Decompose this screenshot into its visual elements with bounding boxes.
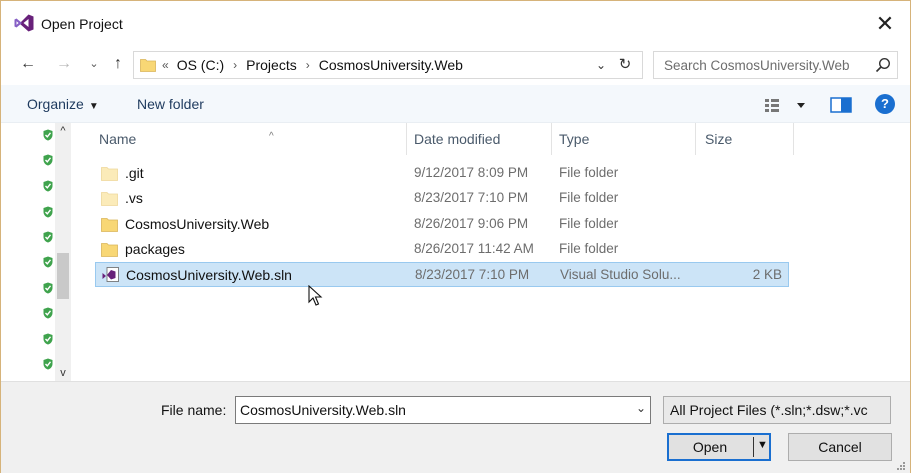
file-row[interactable]: packages 8/26/2017 11:42 AM File folder bbox=[95, 237, 789, 262]
column-divider[interactable] bbox=[695, 123, 696, 155]
help-icon[interactable]: ? bbox=[875, 94, 895, 114]
open-button-label[interactable]: Open bbox=[669, 439, 751, 455]
file-date-modified: 8/23/2017 7:10 PM bbox=[415, 267, 530, 283]
column-divider[interactable] bbox=[551, 123, 552, 155]
column-header-name[interactable]: Name ^ bbox=[99, 123, 399, 155]
file-row[interactable]: CosmosUniversity.Web 8/26/2017 9:06 PM Fil… bbox=[95, 212, 789, 237]
file-name-label: File name: bbox=[161, 402, 227, 418]
file-type: File folder bbox=[559, 240, 619, 256]
file-name-history-chevron-icon[interactable]: ⌄ bbox=[636, 401, 646, 415]
folder-icon bbox=[101, 167, 118, 181]
refresh-icon[interactable]: ↻ bbox=[614, 54, 636, 76]
file-name: CosmosUniversity.Web.sln bbox=[126, 267, 292, 284]
file-name: .vs bbox=[125, 190, 143, 207]
protected-location-icon[interactable] bbox=[43, 129, 53, 141]
column-name-label: Name bbox=[99, 131, 137, 147]
breadcrumb-item-current[interactable]: CosmosUniversity.Web bbox=[319, 57, 463, 73]
folder-icon bbox=[140, 59, 156, 72]
close-button[interactable]: ✕ bbox=[870, 9, 900, 39]
open-options-dropdown-icon[interactable]: ▼ bbox=[757, 439, 768, 451]
address-history-chevron-icon[interactable]: ⌄ bbox=[592, 55, 610, 75]
folder-icon bbox=[101, 192, 118, 207]
protected-location-icon[interactable] bbox=[43, 333, 53, 345]
protected-location-icon[interactable] bbox=[43, 231, 53, 243]
visual-studio-logo-icon bbox=[14, 14, 34, 32]
protected-location-icon[interactable] bbox=[43, 256, 53, 268]
file-row[interactable]: .git 9/12/2017 8:09 PM File folder bbox=[95, 161, 789, 186]
breadcrumb-item-projects[interactable]: Projects bbox=[246, 57, 297, 73]
breadcrumb-item-drive[interactable]: OS (C:) bbox=[177, 57, 224, 73]
caret-down-icon: ▼ bbox=[88, 101, 99, 112]
forward-arrow-icon[interactable]: → bbox=[53, 53, 75, 75]
file-type: Visual Studio Solu... bbox=[560, 267, 681, 283]
protected-location-icon[interactable] bbox=[43, 154, 53, 166]
breadcrumb-overflow-icon[interactable]: « bbox=[162, 58, 169, 72]
search-icon[interactable] bbox=[875, 57, 891, 73]
vs-solution-icon bbox=[102, 267, 119, 283]
file-name-value: CosmosUniversity.Web.sln bbox=[240, 402, 406, 418]
column-divider[interactable] bbox=[793, 123, 794, 155]
navigation-bar: ← → ⌄ ↑ « OS (C:) › Projects › CosmosUni… bbox=[1, 45, 910, 85]
navigation-pane-scrollbar[interactable]: ^ v bbox=[55, 123, 71, 381]
protected-location-icon[interactable] bbox=[43, 206, 53, 218]
folder-icon bbox=[101, 217, 118, 232]
column-header-type[interactable]: Type bbox=[559, 123, 689, 155]
scroll-up-icon[interactable]: ^ bbox=[55, 125, 71, 137]
protected-location-icon[interactable] bbox=[43, 282, 53, 294]
open-split-button[interactable]: Open ▼ bbox=[667, 433, 771, 461]
resize-grip-icon[interactable] bbox=[896, 461, 906, 471]
breadcrumb-separator-icon[interactable]: › bbox=[306, 58, 310, 72]
cancel-button[interactable]: Cancel bbox=[788, 433, 892, 461]
column-header-date-modified[interactable]: Date modified bbox=[414, 123, 544, 155]
file-type: File folder bbox=[559, 165, 619, 180]
title-bar: Open Project ✕ bbox=[1, 1, 910, 45]
search-placeholder: Search CosmosUniversity.Web bbox=[664, 58, 850, 73]
protected-location-icon[interactable] bbox=[43, 307, 53, 319]
organize-label: Organize bbox=[27, 96, 84, 112]
column-header-size[interactable]: Size bbox=[705, 123, 785, 155]
file-type: File folder bbox=[559, 215, 619, 231]
column-divider[interactable] bbox=[406, 123, 407, 155]
file-date-modified: 8/26/2017 9:06 PM bbox=[414, 215, 529, 231]
file-type-filter-select[interactable]: All Project Files (*.sln;*.dsw;*.vc bbox=[663, 396, 891, 424]
open-project-dialog: Open Project ✕ ← → ⌄ ↑ « OS (C:) › Proje… bbox=[0, 0, 911, 473]
file-list[interactable]: Name ^ Date modified Type Size .git 9/12/… bbox=[73, 123, 910, 381]
file-size: 2 KB bbox=[752, 267, 782, 283]
breadcrumb: « OS (C:) › Projects › CosmosUniversity.… bbox=[162, 57, 463, 73]
file-type-filter-value: All Project Files (*.sln;*.dsw;*.vc bbox=[670, 402, 868, 418]
protected-location-icon[interactable] bbox=[43, 180, 53, 192]
scrollbar-thumb[interactable] bbox=[57, 253, 69, 299]
breadcrumb-separator-icon[interactable]: › bbox=[233, 58, 237, 72]
folder-icon bbox=[101, 242, 118, 257]
dialog-title: Open Project bbox=[41, 16, 123, 32]
organize-menu-button[interactable]: Organize ▼ bbox=[27, 96, 99, 112]
file-name-field[interactable]: CosmosUniversity.Web.sln ⌄ bbox=[235, 396, 651, 424]
sort-ascending-icon: ^ bbox=[269, 131, 274, 142]
new-folder-button[interactable]: New folder bbox=[137, 96, 204, 112]
up-arrow-icon[interactable]: ↑ bbox=[107, 53, 129, 75]
split-divider bbox=[753, 437, 754, 457]
mouse-pointer-icon bbox=[308, 285, 323, 306]
dialog-footer: File name: CosmosUniversity.Web.sln ⌄ Al… bbox=[1, 381, 910, 473]
change-view-icon[interactable] bbox=[763, 95, 807, 115]
preview-pane-icon[interactable] bbox=[829, 95, 853, 115]
scroll-down-icon[interactable]: v bbox=[55, 367, 71, 379]
file-name: CosmosUniversity.Web bbox=[125, 215, 270, 232]
protected-location-icon[interactable] bbox=[43, 358, 53, 370]
command-toolbar: Organize ▼ New folder ? bbox=[1, 85, 910, 123]
file-row[interactable]: .vs 8/23/2017 7:10 PM File folder bbox=[95, 186, 789, 211]
file-type: File folder bbox=[559, 190, 619, 206]
address-bar[interactable]: « OS (C:) › Projects › CosmosUniversity.… bbox=[133, 51, 643, 79]
recent-locations-chevron-icon[interactable]: ⌄ bbox=[83, 53, 105, 75]
search-input[interactable]: Search CosmosUniversity.Web bbox=[653, 51, 898, 79]
back-arrow-icon[interactable]: ← bbox=[17, 53, 39, 75]
file-date-modified: 8/23/2017 7:10 PM bbox=[414, 190, 529, 206]
file-name: .git bbox=[125, 165, 144, 181]
navigation-pane[interactable]: ^ v bbox=[1, 123, 73, 381]
file-name: packages bbox=[125, 240, 185, 257]
file-row[interactable]: CosmosUniversity.Web.sln 8/23/2017 7:10 P… bbox=[95, 262, 789, 288]
file-date-modified: 8/26/2017 11:42 AM bbox=[414, 240, 534, 256]
file-date-modified: 9/12/2017 8:09 PM bbox=[414, 165, 529, 180]
